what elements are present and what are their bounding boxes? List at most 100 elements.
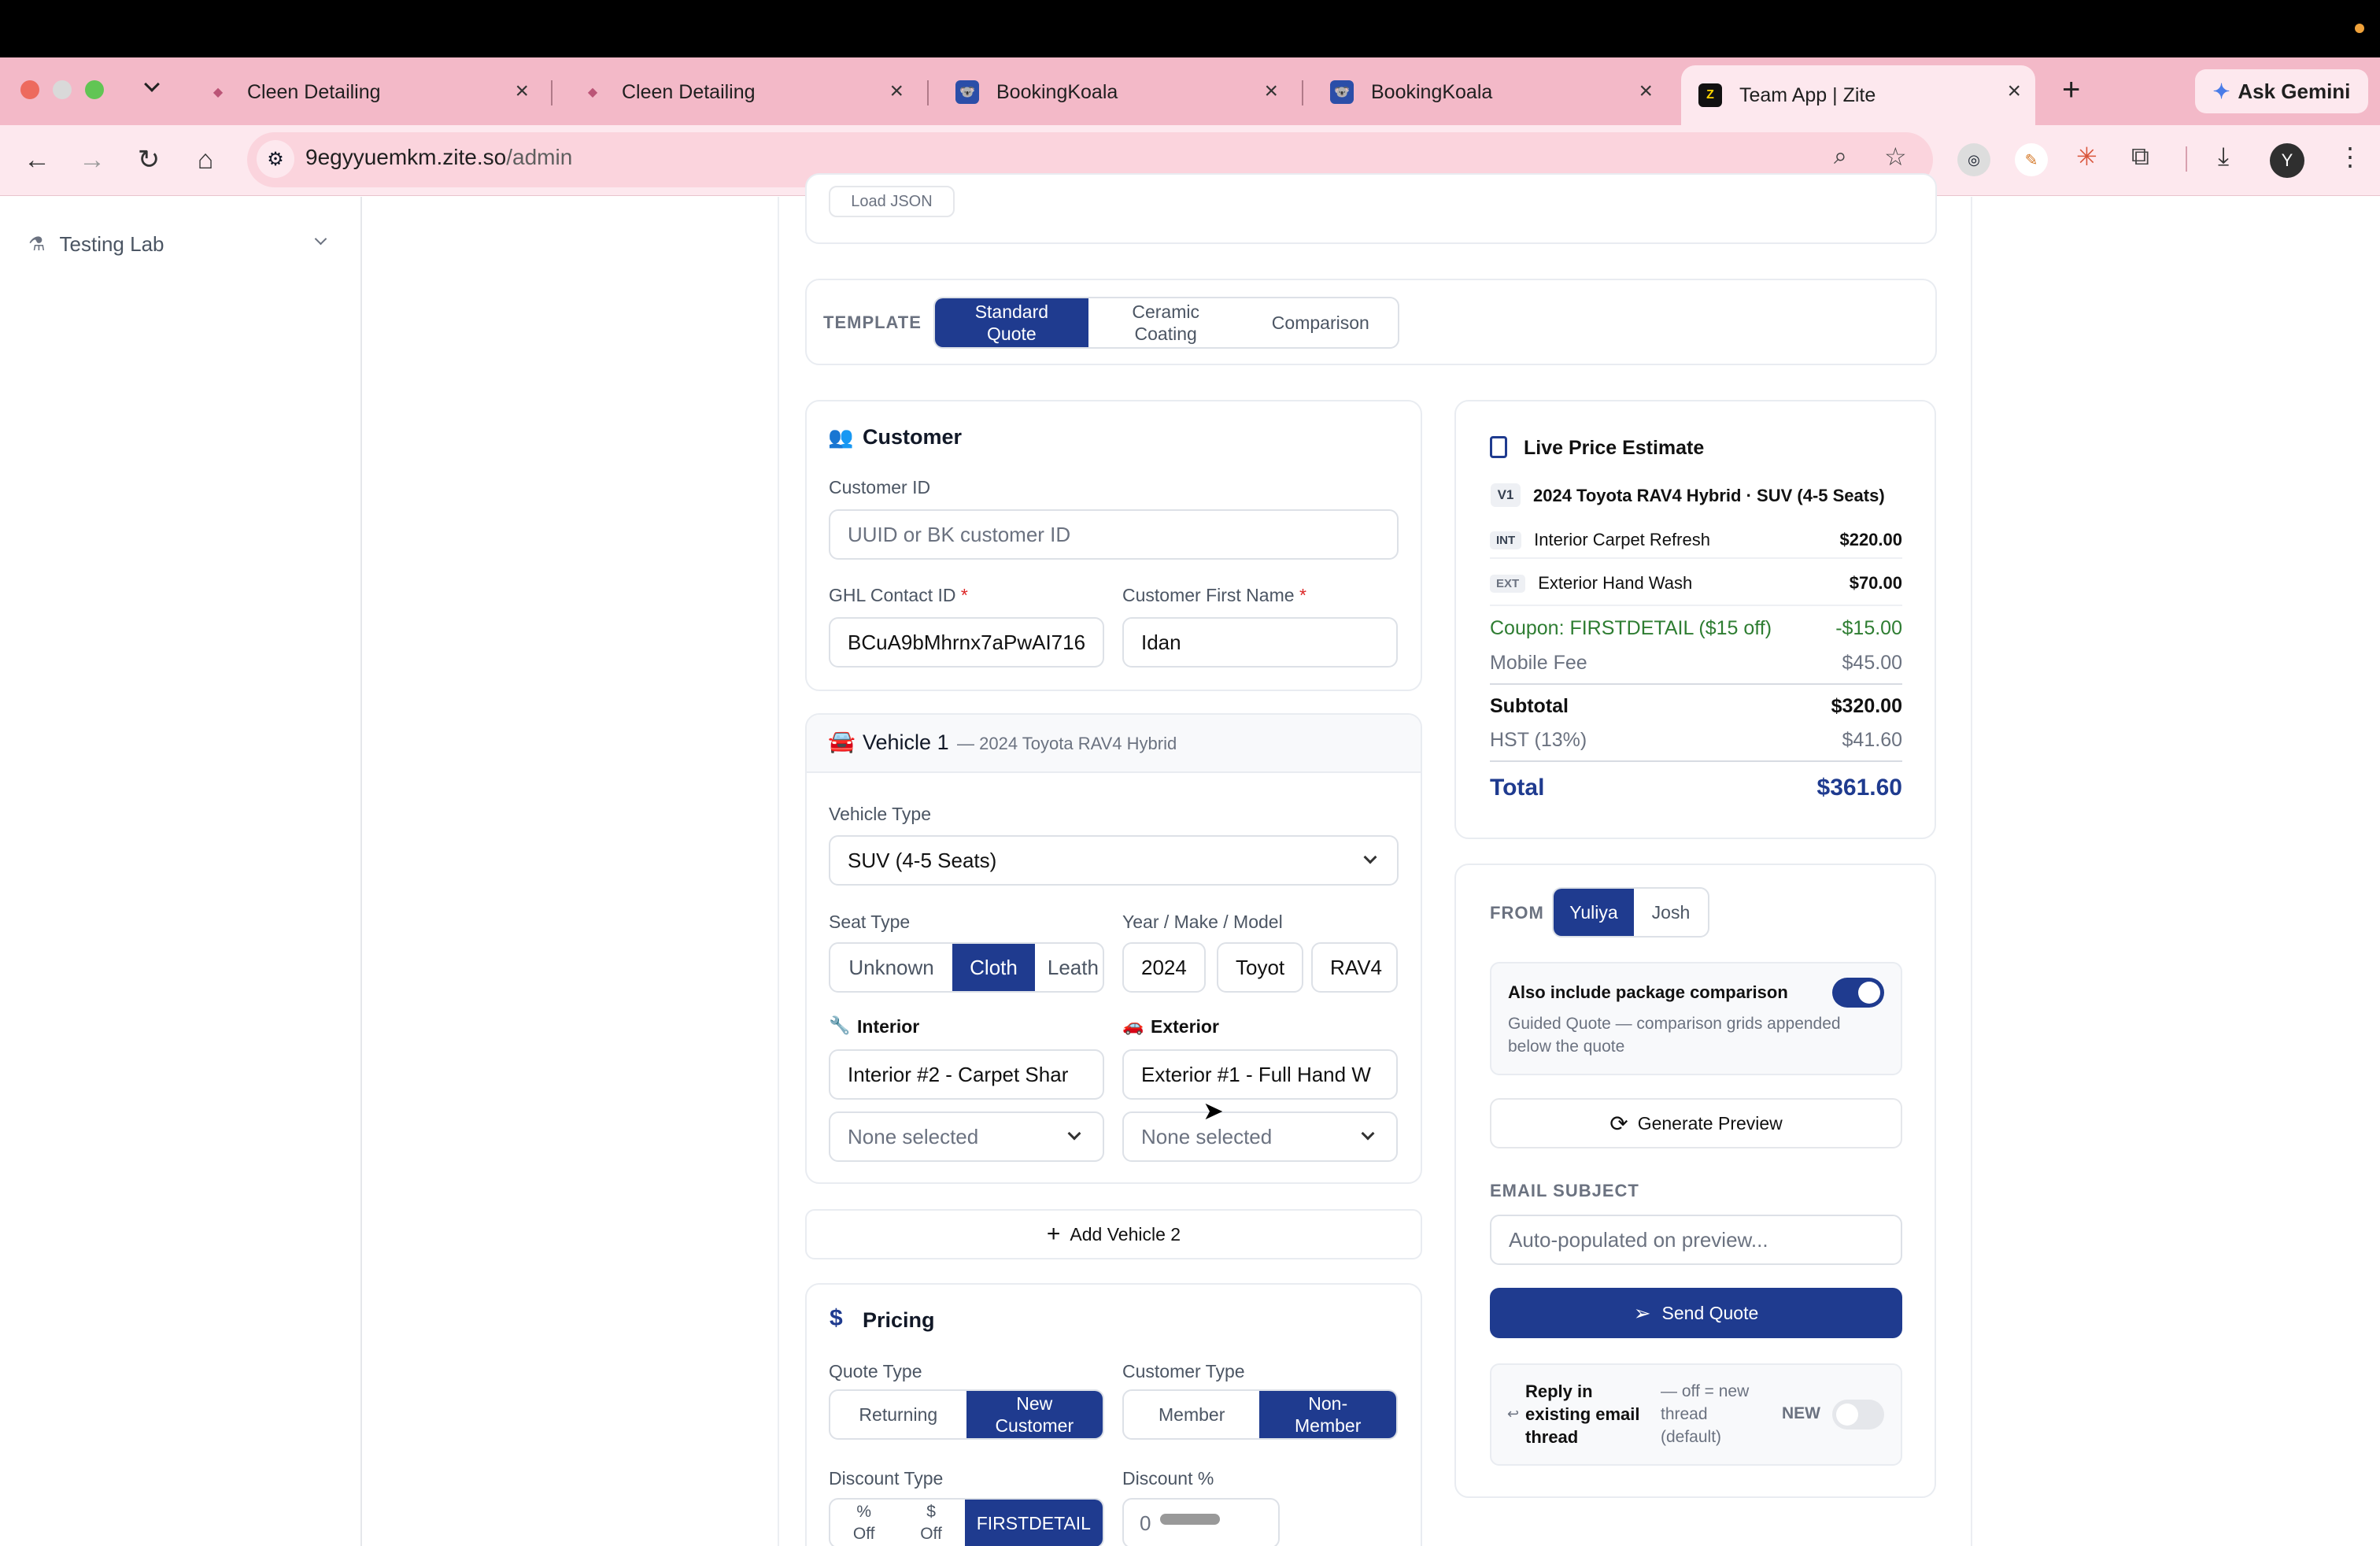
template-standard-quote[interactable]: Standard Quote <box>935 298 1088 347</box>
email-subject-input[interactable]: Auto-populated on preview... <box>1490 1215 1902 1265</box>
window-maximize-button[interactable] <box>85 80 104 99</box>
close-tab-icon[interactable]: × <box>1639 80 1653 103</box>
seat-type-selector: Unknown Cloth Leath <box>829 942 1104 993</box>
tab-title: Cleen Detailing <box>622 80 756 103</box>
generate-preview-button[interactable]: ⟳ Generate Preview <box>1490 1098 1902 1148</box>
divider <box>1490 760 1902 762</box>
from-josh[interactable]: Josh <box>1634 889 1708 936</box>
customer-type-member[interactable]: Member <box>1124 1391 1259 1438</box>
interior-addon-value: None selected <box>848 1124 979 1148</box>
model-input[interactable]: RAV4 <box>1311 942 1398 993</box>
first-name-label-text: Customer First Name <box>1122 585 1295 605</box>
discount-percent-label: Discount % <box>1122 1468 1214 1489</box>
close-tab-icon[interactable]: × <box>515 80 529 103</box>
send-quote-button[interactable]: ➢ Send Quote <box>1490 1288 1902 1338</box>
interior-addon-select[interactable]: None selected <box>829 1111 1104 1162</box>
home-icon[interactable]: ⌂ <box>186 140 225 179</box>
quote-type-label: Quote Type <box>829 1361 922 1381</box>
vehicle-type-select[interactable]: SUV (4-5 Seats) <box>829 835 1399 886</box>
discount-percent-input[interactable]: 0 <box>1122 1498 1280 1546</box>
add-vehicle-button[interactable]: + Add Vehicle 2 <box>805 1209 1422 1259</box>
browser-menu-icon[interactable]: ⋮ <box>2338 142 2363 172</box>
tab-title: Team App | Zite <box>1739 83 1876 106</box>
year-input[interactable]: 2024 <box>1122 942 1206 993</box>
browser-tab-4[interactable]: 🐨 BookingKoala × <box>1313 65 1667 119</box>
toolbar-divider <box>2186 146 2187 172</box>
json-card <box>805 173 1937 244</box>
discount-firstdetail[interactable]: FIRSTDETAIL <box>964 1500 1103 1546</box>
tab-separator <box>1302 80 1303 105</box>
chevron-down-icon <box>1363 850 1377 864</box>
extension-1-icon[interactable]: ◎ <box>1957 143 1990 176</box>
profile-avatar[interactable]: Y <box>2270 143 2304 178</box>
download-icon[interactable]: ⤓ <box>2218 142 2229 172</box>
bookmark-star-icon[interactable]: ☆ <box>1884 142 1907 172</box>
flask-icon: ⚗ <box>28 233 46 255</box>
browser-tab-1[interactable]: ◆ Cleen Detailing × <box>189 65 543 119</box>
make-input[interactable]: Toyot <box>1217 942 1303 993</box>
interior-package-value: Interior #2 - Carpet Shar <box>848 1062 1069 1086</box>
exterior-package-select[interactable]: Exterior #1 - Full Hand W <box>1122 1049 1398 1100</box>
new-tab-button[interactable]: + <box>2062 72 2080 107</box>
extensions-puzzle-icon[interactable]: ⧉ <box>2131 142 2149 172</box>
discount-percent-off[interactable]: % Off <box>830 1500 897 1546</box>
chevron-down-icon <box>314 232 327 246</box>
ask-gemini-button[interactable]: ✦ Ask Gemini <box>2195 69 2368 113</box>
total-value: $361.60 <box>1816 775 1902 801</box>
customer-type-non-member[interactable]: Non-Member <box>1259 1391 1396 1438</box>
comparison-toggle[interactable] <box>1832 978 1884 1008</box>
close-tab-icon[interactable]: × <box>889 80 904 103</box>
window-close-button[interactable] <box>20 80 39 99</box>
site-settings-icon[interactable]: ⚙ <box>257 140 294 178</box>
macos-menu-bar <box>0 0 2380 57</box>
quote-type-new-customer[interactable]: New Customer <box>966 1391 1103 1438</box>
wrench-icon: 🔧 <box>829 1015 851 1035</box>
from-yuliya[interactable]: Yuliya <box>1554 889 1634 936</box>
back-arrow-icon[interactable]: ← <box>17 140 57 179</box>
discount-dollar-off[interactable]: $ Off <box>897 1500 964 1546</box>
template-comparison[interactable]: Comparison <box>1244 298 1398 347</box>
forward-arrow-icon[interactable]: → <box>72 140 112 179</box>
customer-id-placeholder: UUID or BK customer ID <box>848 522 1071 546</box>
cleen-favicon-icon: ◆ <box>213 86 224 99</box>
customer-id-label: Customer ID <box>829 477 931 497</box>
ghl-contact-id-label: GHL Contact ID * <box>829 585 968 606</box>
zoom-icon[interactable]: ⌕ <box>1834 143 1847 170</box>
tab-separator <box>551 80 552 105</box>
tab-search-chevron-icon[interactable] <box>144 76 161 96</box>
year-make-model-label: Year / Make / Model <box>1122 912 1283 932</box>
ghl-contact-id-input[interactable]: BCuA9bMhrnx7aPwAI716 <box>829 617 1104 668</box>
seat-cloth[interactable]: Cloth <box>952 944 1035 991</box>
close-tab-icon[interactable]: × <box>1264 80 1278 103</box>
tab-title: BookingKoala <box>996 80 1118 103</box>
extension-3-icon[interactable]: ✳ <box>2076 142 2097 172</box>
cleen-favicon-icon: ◆ <box>587 86 598 99</box>
url-text[interactable]: 9egyyuemkm.zite.so/admin <box>305 145 572 170</box>
sidebar-item-testing-lab[interactable]: ⚗ Testing Lab <box>28 230 335 258</box>
seat-unknown[interactable]: Unknown <box>830 944 952 991</box>
browser-tab-3[interactable]: 🐨 BookingKoala × <box>938 65 1292 119</box>
load-json-button[interactable]: Load JSON <box>829 186 955 217</box>
template-ceramic-coating[interactable]: Ceramic Coating <box>1088 298 1244 347</box>
divider <box>1490 605 1902 606</box>
add-vehicle-label: Add Vehicle 2 <box>1070 1223 1181 1245</box>
window-minimize-button[interactable] <box>53 80 72 99</box>
extension-2-icon[interactable]: ✎ <box>2015 143 2048 176</box>
browser-tab-2[interactable]: ◆ Cleen Detailing × <box>564 65 918 119</box>
reload-icon[interactable]: ↻ <box>129 140 168 179</box>
vehicle-badge: V1 <box>1491 483 1521 507</box>
interior-label: Interior <box>857 1016 920 1037</box>
first-name-input[interactable]: Idan <box>1122 617 1398 668</box>
close-tab-icon[interactable]: × <box>2007 80 2021 103</box>
quote-type-returning[interactable]: Returning <box>830 1391 966 1438</box>
customer-id-input[interactable]: UUID or BK customer ID <box>829 509 1399 560</box>
plus-icon: + <box>1046 1221 1061 1247</box>
browser-tab-5-active[interactable]: Z Team App | Zite × <box>1681 65 2035 125</box>
seat-leather[interactable]: Leath <box>1035 944 1103 991</box>
recording-indicator <box>2355 24 2364 33</box>
exterior-addon-select[interactable]: None selected <box>1122 1111 1398 1162</box>
reply-thread-toggle[interactable] <box>1832 1400 1884 1429</box>
url-host: 9egyyuemkm.zite.so <box>305 145 507 169</box>
interior-package-select[interactable]: Interior #2 - Carpet Shar <box>829 1049 1104 1100</box>
subtotal-row: Subtotal $320.00 <box>1490 691 1902 721</box>
